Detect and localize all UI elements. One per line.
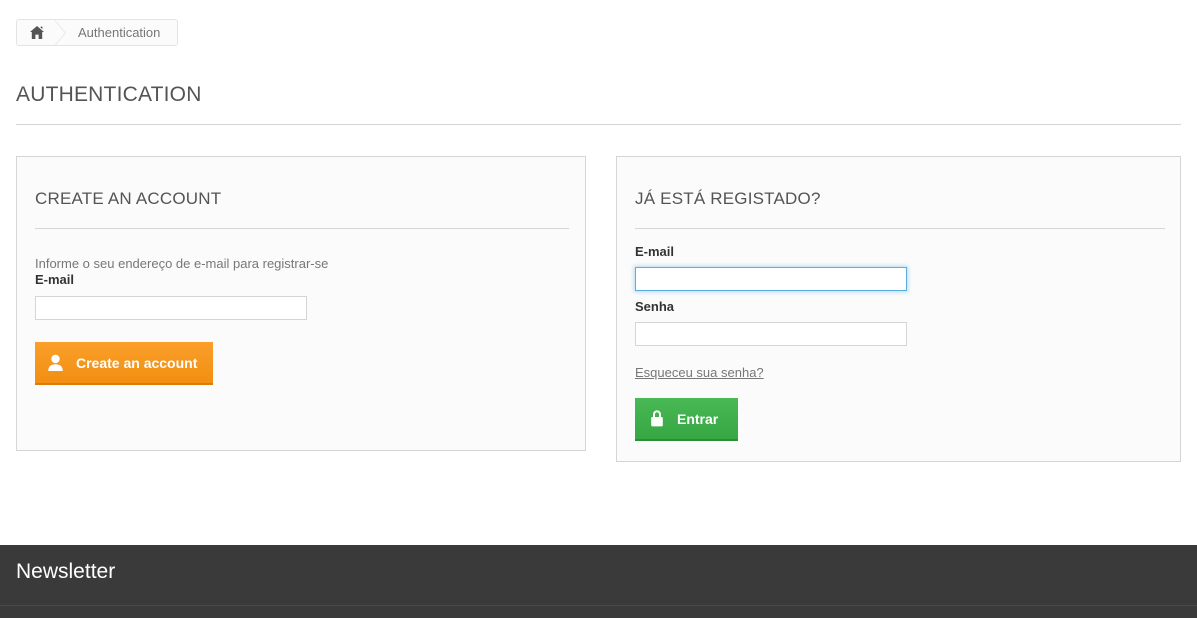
create-account-divider (35, 228, 569, 229)
page-title: AUTHENTICATION (16, 83, 202, 106)
breadcrumb-home-link[interactable] (17, 20, 56, 45)
create-account-button-label: Create an account (76, 354, 198, 371)
create-account-email-input[interactable] (35, 296, 307, 320)
page-title-divider (16, 124, 1181, 125)
create-account-email-label: E-mail (35, 272, 75, 287)
breadcrumb-current: Authentication (72, 20, 178, 45)
create-account-description: Informe o seu endereço de e-mail para re… (35, 256, 329, 271)
login-submit-button[interactable]: Entrar (635, 398, 739, 439)
breadcrumb: Authentication (16, 19, 179, 46)
login-password-label: Senha (635, 299, 675, 314)
newsletter-label: Newsletter (16, 560, 116, 583)
authentication-page: Authentication AUTHENTICATION CREATE AN … (0, 0, 1197, 618)
site-footer: Newsletter Siga-nos (0, 545, 1197, 618)
breadcrumb-separator-icon (54, 20, 72, 45)
create-account-title: CREATE AN ACCOUNT (35, 189, 222, 208)
login-submit-label: Entrar (677, 410, 719, 427)
create-account-panel: CREATE AN ACCOUNT Informe o seu endereço… (16, 156, 586, 451)
login-email-input[interactable] (635, 267, 907, 291)
login-email-label: E-mail (635, 244, 675, 259)
footer-divider (0, 605, 1197, 606)
login-divider (635, 228, 1165, 229)
login-password-input[interactable] (635, 322, 907, 346)
forgot-password-link[interactable]: Esqueceu sua senha? (635, 365, 764, 380)
create-account-button[interactable]: Create an account (35, 342, 214, 383)
home-icon (29, 25, 45, 40)
user-icon (47, 354, 64, 372)
login-title: JÁ ESTÁ REGISTADO? (635, 189, 821, 208)
login-panel: JÁ ESTÁ REGISTADO? E-mail Senha Esqueceu… (616, 156, 1181, 462)
lock-icon (649, 409, 665, 428)
